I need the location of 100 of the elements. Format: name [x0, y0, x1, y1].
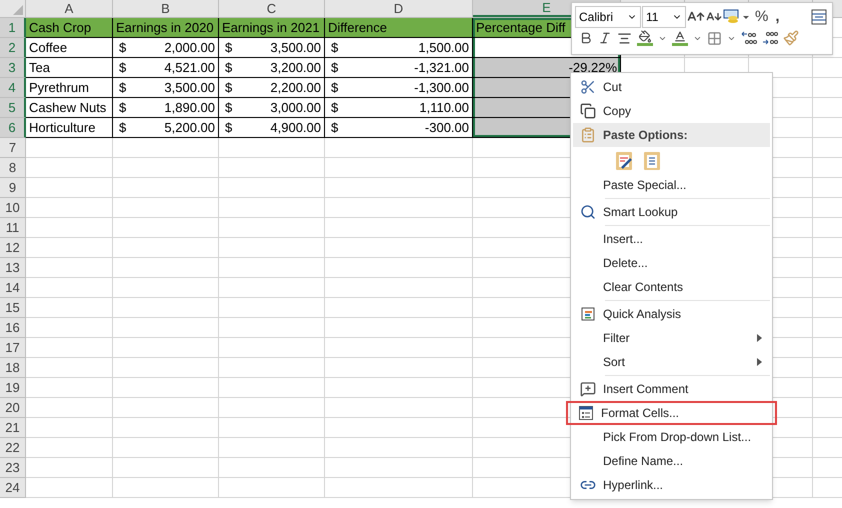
search-icon	[580, 204, 596, 220]
row-header[interactable]: 24	[0, 478, 26, 498]
column-header[interactable]: B	[113, 0, 219, 17]
menu-item[interactable]: Insert Comment	[571, 377, 772, 401]
row-header[interactable]: 9	[0, 178, 26, 198]
menu-item[interactable]: Insert...	[571, 227, 772, 251]
format-cells-icon	[578, 405, 594, 421]
cell-value: -29.22%	[568, 61, 617, 74]
amount: 1,890.00	[164, 101, 215, 114]
row-header[interactable]: 18	[0, 358, 26, 378]
align-center-icon[interactable]	[617, 30, 632, 46]
column-header[interactable]: C	[219, 0, 325, 17]
paste-formatting-icon[interactable]	[613, 149, 635, 171]
fill-color-icon[interactable]	[637, 30, 653, 46]
row-header[interactable]: 12	[0, 238, 26, 258]
row-header[interactable]: 23	[0, 458, 26, 478]
cell-text: Earnings in 2020	[116, 21, 214, 34]
column-width-icon[interactable]	[811, 9, 827, 25]
row-header[interactable]: 14	[0, 278, 26, 298]
cell-text: Earnings in 2021	[222, 21, 320, 34]
currency-symbol: $	[225, 61, 232, 74]
amount: -1,300.00	[414, 81, 469, 94]
increase-decimal-icon[interactable]	[762, 30, 778, 46]
quick-analysis-icon	[580, 306, 596, 322]
column-header[interactable]: A	[26, 0, 113, 17]
font-color-icon[interactable]	[672, 30, 688, 46]
currency-symbol: $	[119, 81, 126, 94]
row-header[interactable]: 2	[0, 38, 26, 58]
borders-icon[interactable]	[707, 30, 722, 46]
currency-symbol: $	[331, 41, 338, 54]
menu-item[interactable]: Clear Contents	[571, 275, 772, 299]
comment-icon	[580, 381, 596, 397]
row-header[interactable]: 5	[0, 98, 26, 118]
cell-text: Cashew Nuts	[29, 101, 106, 114]
row-header[interactable]: 17	[0, 338, 26, 358]
menu-item[interactable]: Copy	[571, 99, 772, 123]
currency-symbol: $	[119, 101, 126, 114]
menu-item[interactable]: Sort	[571, 350, 772, 374]
currency-format-icon[interactable]	[723, 8, 751, 26]
bold-icon[interactable]	[579, 31, 593, 45]
currency-symbol: $	[331, 121, 338, 134]
clipboard-icon	[580, 127, 596, 143]
currency-symbol: $	[331, 101, 338, 114]
amount: -300.00	[424, 121, 469, 134]
menu-item[interactable]: Filter	[571, 326, 772, 350]
row-header[interactable]: 3	[0, 58, 26, 78]
amount: 1,500.00	[418, 41, 469, 54]
currency-symbol: $	[119, 61, 126, 74]
amount: 1,110.00	[419, 101, 469, 114]
amount: 4,900.00	[270, 121, 321, 134]
row-header[interactable]: 11	[0, 218, 26, 238]
italic-icon[interactable]	[598, 31, 612, 45]
scissors-icon	[580, 79, 596, 95]
menu-item[interactable]: Quick Analysis	[571, 302, 772, 326]
menu-item[interactable]: Paste Special...	[571, 173, 772, 197]
amount: 3,500.00	[164, 81, 215, 94]
row-header[interactable]: 22	[0, 438, 26, 458]
row-header[interactable]: 4	[0, 78, 26, 98]
cell-text: Pyrethrum	[29, 81, 89, 94]
amount: 2,000.00	[164, 41, 215, 54]
currency-symbol: $	[119, 41, 126, 54]
row-header[interactable]: 7	[0, 138, 26, 158]
row-header[interactable]: 16	[0, 318, 26, 338]
menu-item[interactable]: Define Name...	[571, 449, 772, 473]
row-header[interactable]: 10	[0, 198, 26, 218]
cell-text: Cash Crop	[29, 21, 92, 34]
cell-text: Coffee	[29, 41, 68, 54]
font-size-field[interactable]: 11	[642, 6, 686, 28]
row-header[interactable]: 21	[0, 418, 26, 438]
cell-text: Tea	[29, 61, 50, 74]
currency-symbol: $	[225, 121, 232, 134]
amount: 3,200.00	[270, 61, 321, 74]
amount: -1,321.00	[414, 61, 469, 74]
menu-section-header: Paste Options:	[573, 123, 770, 147]
row-header[interactable]: 19	[0, 378, 26, 398]
row-header[interactable]: 13	[0, 258, 26, 278]
comma-button[interactable]: ,	[772, 6, 783, 28]
cell-text: Difference	[328, 21, 388, 34]
font-field[interactable]: Calibri	[575, 6, 641, 28]
row-header[interactable]: 8	[0, 158, 26, 178]
row-header[interactable]: 20	[0, 398, 26, 418]
row-header[interactable]: 6	[0, 118, 26, 138]
cell-text: Horticulture	[29, 121, 96, 134]
menu-item[interactable]: Pick From Drop-down List...	[571, 425, 772, 449]
decrease-decimal-icon[interactable]	[741, 30, 757, 46]
menu-item[interactable]: Smart Lookup	[571, 200, 772, 224]
menu-item[interactable]: Format Cells...	[566, 401, 777, 425]
menu-item[interactable]: Hyperlink...	[571, 473, 772, 497]
row-header[interactable]: 15	[0, 298, 26, 318]
paste-values-icon[interactable]	[641, 149, 663, 171]
row-header[interactable]: 1	[0, 18, 26, 38]
amount: 2,200.00	[270, 81, 321, 94]
percent-button[interactable]: %	[752, 6, 772, 28]
currency-symbol: $	[331, 81, 338, 94]
amount: 5,200.00	[164, 121, 215, 134]
amount: 3,000.00	[270, 101, 321, 114]
amount: 4,521.00	[164, 61, 215, 74]
menu-item[interactable]: Cut	[571, 75, 772, 99]
currency-symbol: $	[331, 61, 338, 74]
menu-item[interactable]: Delete...	[571, 251, 772, 275]
